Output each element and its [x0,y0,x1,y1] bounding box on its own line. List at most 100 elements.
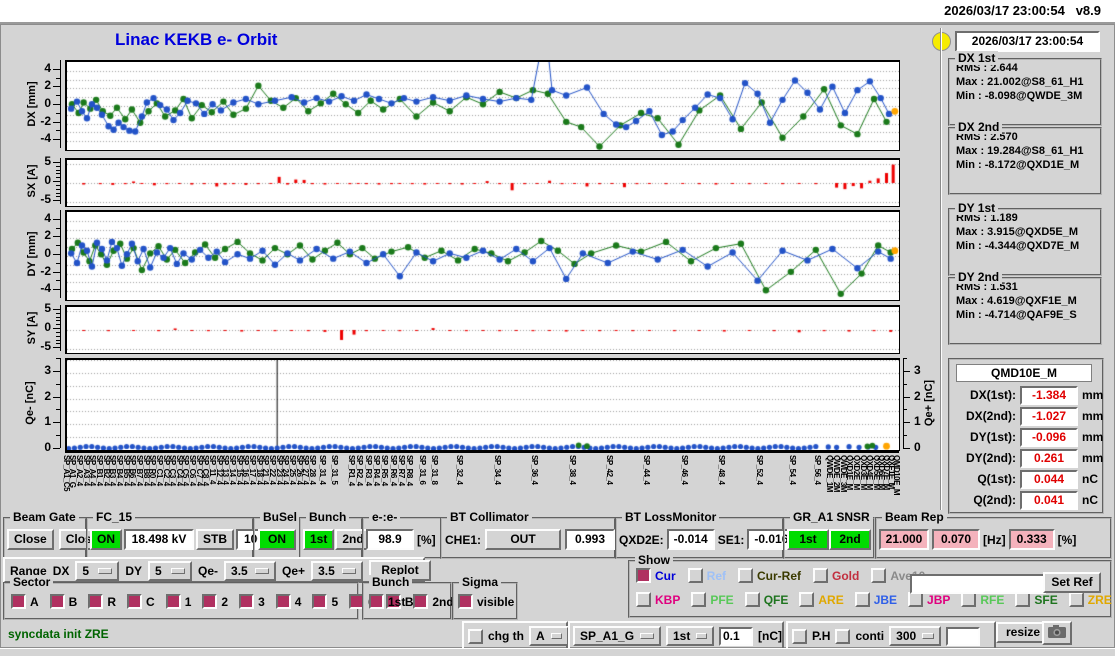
fc15-stb-button[interactable]: STB [196,529,234,550]
qmd-dx2-value: -1.027 [1020,407,1078,426]
qe-plus-minor-tick [903,384,907,385]
show-are-checkbox[interactable] [799,592,814,607]
camera-icon [1047,624,1067,639]
gr-snsr-1st-button[interactable]: 1st [787,529,829,550]
threshold-input[interactable] [719,627,753,646]
extra-input[interactable] [946,627,980,646]
dx-major-tick [53,122,60,123]
chg-th-checkbox[interactable] [468,629,483,644]
busel-legend: BuSel [260,510,300,524]
sector-5-checkbox[interactable] [312,594,327,609]
dx-major-tick [53,139,60,140]
show-sfe-checkbox[interactable] [1015,592,1030,607]
che1-out-button[interactable]: OUT [485,529,561,550]
sector-4-item: 4 [276,594,302,609]
set-ref-button[interactable]: Set Ref [1043,572,1101,593]
stats-dy2-max: Max : 4.619@QXF1E_M [950,293,1100,307]
range-dx-dropdown[interactable]: 5 [75,561,119,581]
show-jbp-checkbox[interactable] [908,592,923,607]
sx-major-tick [53,181,60,182]
sector-a-label: A [30,595,39,609]
fc15-on-button[interactable]: ON [90,529,122,550]
clock-text: 2026/03/17 23:00:54 [944,3,1065,18]
show-qfe-label: QFE [764,593,789,607]
gr-snsr-2nd-button[interactable]: 2nd [829,529,871,550]
sy-plot-canvas [67,307,899,353]
dy-tick-label: -2 [29,264,51,278]
sx-tick-label: 0 [29,173,51,187]
sx-tick-label: -5 [29,192,51,206]
dy-major-tick [53,289,60,290]
show-ref-label: Ref [707,569,726,583]
sector-r-checkbox[interactable] [88,594,103,609]
show-gold-checkbox[interactable] [813,568,828,583]
sx-plot [65,158,900,207]
show-pfe-checkbox[interactable] [691,592,706,607]
range-qem-dropdown[interactable]: 3.5 [224,561,276,581]
sigma-visible-checkbox[interactable] [458,594,473,609]
beam-gate-close-1-button[interactable]: Close [7,529,54,550]
qmd-dx1-unit: mm [1082,388,1103,402]
sy-major-tick [53,328,60,329]
sector-b-checkbox[interactable] [50,594,65,609]
version-text: v8.9 [1076,3,1101,18]
qmd-dy1-unit: mm [1082,430,1103,444]
sy-tick-label: 0 [29,320,51,334]
beam-rep-hz-unit: [Hz] [983,533,1006,547]
sector-2-checkbox[interactable] [202,594,217,609]
stats-dx1-legend: DX 1st [955,51,998,65]
sp-monitor-dropdown[interactable]: SP_A1_G [573,626,661,646]
show-jbe-checkbox[interactable] [855,592,870,607]
bpm-label-sp_36_4: SP_36_4 [530,455,539,484]
set-ref-input[interactable] [910,574,1046,594]
qmd-q1-unit: nC [1082,472,1098,486]
points-dropdown[interactable]: 300 [889,626,941,646]
qmd-dy1-value: -0.096 [1020,428,1078,447]
dy-minor-tick [56,263,60,264]
qxd2e-value-display: -0.014 [667,529,715,550]
sy-tick-label: 5 [29,301,51,315]
sector-1-checkbox[interactable] [166,594,181,609]
sector-4-checkbox[interactable] [276,594,291,609]
conti-checkbox[interactable] [835,629,850,644]
sp-bunch-dropdown[interactable]: 1st [666,626,714,646]
range-dy-dropdown[interactable]: 5 [148,561,192,581]
sx-minor-tick [56,170,60,171]
busel-on-button[interactable]: ON [258,529,296,550]
q-major-tick [53,371,60,372]
snapshot-camera-button[interactable] [1042,621,1072,645]
sector-a-checkbox[interactable] [11,594,26,609]
qe-plot [65,358,900,451]
q-tick-label: 2 [29,389,51,403]
bpm-label-sp_44_4: SP_44_4 [642,455,651,484]
show-qfe-checkbox[interactable] [745,592,760,607]
show-curref-checkbox[interactable] [738,568,753,583]
show-rfe-label: RFE [980,593,1004,607]
sx-minor-tick [56,189,60,190]
qmd-dx2-unit: mm [1082,409,1103,423]
sector-1-item: 1 [166,594,192,609]
sector-a-item: A [11,594,39,609]
bunch-select-2nd-checkbox[interactable] [413,594,428,609]
show-rfe-checkbox[interactable] [961,592,976,607]
sx-plot-canvas [67,160,899,206]
chg-th-dropdown[interactable]: A [529,626,569,646]
dy-minor-tick [56,228,60,229]
bt-collimator-group: BT Collimator CHE1: OUT 0.993 [440,517,616,559]
sector-3-checkbox[interactable] [239,594,254,609]
bunch-1st-button[interactable]: 1st [303,529,334,550]
show-pfe-label: PFE [710,593,733,607]
beam-gate-group: Beam Gate Close Close [3,517,87,559]
qmd-dx2-label: DX(2nd): [950,409,1016,423]
stats-dy1-min: Min : -4.344@QXD7E_M [950,238,1100,252]
show-zre-checkbox[interactable] [1069,592,1084,607]
show-ave10-checkbox[interactable] [871,568,886,583]
sector-c-checkbox[interactable] [127,594,142,609]
range-qep-dropdown[interactable]: 3.5 [311,561,363,581]
sector-r-item: R [88,594,116,609]
show-cur-checkbox[interactable] [636,568,651,583]
bunch-select-1st-checkbox[interactable] [369,594,384,609]
show-ref-checkbox[interactable] [688,568,703,583]
show-kbp-checkbox[interactable] [636,592,651,607]
ph-checkbox[interactable] [792,629,807,644]
